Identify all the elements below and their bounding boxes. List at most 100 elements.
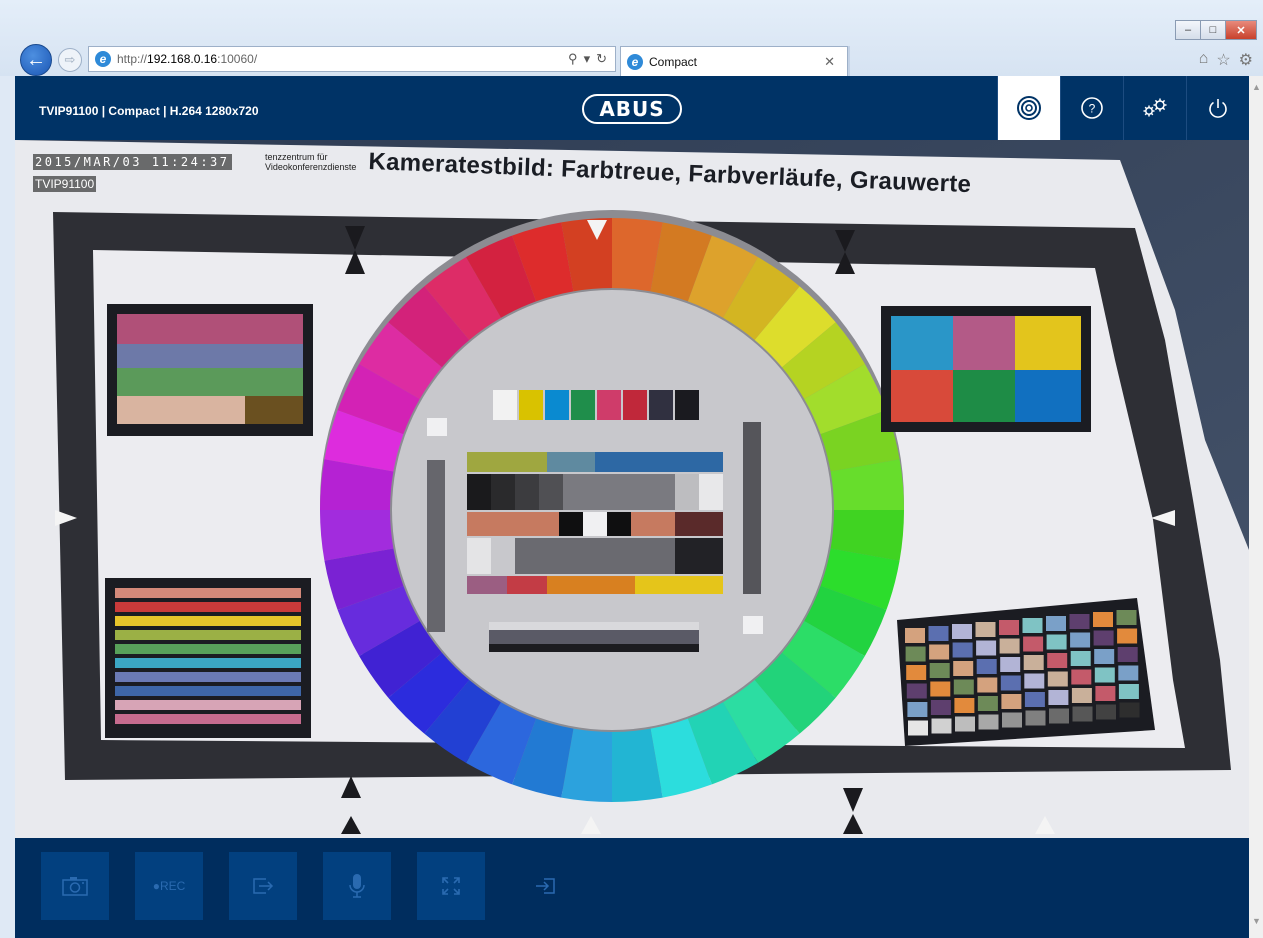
grid-patch	[1094, 667, 1115, 683]
grid-patch	[906, 683, 927, 699]
grid-patch	[1025, 710, 1046, 726]
tools-gear-icon[interactable]: ⚙	[1239, 50, 1253, 70]
microphone-button[interactable]	[323, 852, 391, 920]
grid-patch	[953, 661, 974, 676]
grid-patch	[1001, 694, 1022, 709]
grid-patch	[1023, 655, 1044, 670]
grid-patch	[908, 720, 928, 736]
grid-patch	[1000, 657, 1021, 672]
abus-logo: ABUS	[582, 94, 682, 124]
grid-patch	[1022, 618, 1043, 633]
window-controls: – □ ✕	[1175, 20, 1257, 40]
grid-patch	[1070, 632, 1091, 648]
url-host: 192.168.0.16	[147, 52, 218, 66]
top-right-patch-block	[881, 306, 1091, 432]
forward-arrow-icon: ⇨	[64, 52, 76, 67]
grid-patch	[977, 696, 998, 711]
grid-patch	[1072, 706, 1093, 722]
record-button[interactable]: ●REC	[135, 852, 203, 920]
grid-patch	[1002, 712, 1022, 728]
osd-camera-name: TVIP91100	[33, 176, 97, 192]
login-button[interactable]	[511, 852, 579, 920]
grid-patch	[1094, 649, 1115, 664]
scroll-down-icon[interactable]: ▼	[1252, 916, 1261, 926]
grid-patch	[978, 714, 999, 730]
url-suffix: :10060/	[217, 52, 258, 66]
osd-timestamp: 2015/MAR/03 11:24:37	[33, 154, 232, 170]
browser-tools: ⌂ ☆ ⚙	[1199, 50, 1253, 70]
minimize-button[interactable]: –	[1175, 20, 1201, 40]
grid-patch	[907, 702, 928, 717]
browser-chrome: – □ ✕ ← ⇨ e http://192.168.0.16:10060/ ⚲…	[0, 0, 1263, 76]
tab-label: Compact	[649, 54, 698, 69]
ie-page-icon: e	[95, 51, 111, 67]
grid-patch	[1069, 614, 1090, 629]
snapshot-button[interactable]	[41, 852, 109, 920]
favorites-icon[interactable]: ☆	[1216, 50, 1230, 70]
grid-patch	[1046, 634, 1067, 650]
grid-patch	[1049, 708, 1069, 724]
scroll-up-icon[interactable]: ▲	[1252, 82, 1261, 92]
help-button[interactable]: ?	[1060, 76, 1123, 140]
export-button[interactable]	[229, 852, 297, 920]
bottom-left-stripe-block	[105, 578, 311, 738]
home-icon[interactable]: ⌂	[1199, 50, 1209, 70]
grid-patch	[1071, 669, 1092, 685]
grid-patch	[930, 700, 951, 715]
export-icon	[253, 878, 274, 894]
grid-patch	[1071, 688, 1092, 703]
grid-patch	[1000, 675, 1021, 691]
chart-subtitle-line-2: Videokonferenzdienste	[265, 162, 357, 172]
close-window-button[interactable]: ✕	[1225, 20, 1257, 40]
grid-patch	[976, 659, 997, 674]
live-view-button[interactable]	[997, 76, 1060, 140]
grid-patch	[1118, 665, 1139, 681]
grid-patch	[1070, 651, 1091, 666]
test-chart-image	[15, 140, 1249, 838]
grid-patch	[1118, 684, 1139, 699]
search-icon[interactable]: ⚲	[568, 51, 578, 67]
grid-patch	[955, 716, 975, 732]
top-left-patch-block	[107, 304, 313, 436]
tab-ie-icon: e	[627, 53, 643, 70]
app-header: TVIP91100 | Compact | H.264 1280x720 ABU…	[15, 76, 1249, 140]
grid-patch	[905, 646, 926, 662]
tab-compact[interactable]: e Compact ✕	[620, 46, 848, 76]
grid-patch	[976, 640, 997, 656]
refresh-icon[interactable]: ↻	[596, 51, 607, 67]
maximize-button[interactable]: □	[1200, 20, 1226, 40]
control-bar: ●REC	[15, 838, 1249, 938]
url-text[interactable]: http://192.168.0.16:10060/	[117, 52, 568, 66]
address-bar[interactable]: e http://192.168.0.16:10060/ ⚲ ▾ ↻	[88, 46, 616, 72]
page-scrollbar[interactable]: ▲ ▼	[1249, 76, 1263, 938]
login-icon	[536, 878, 555, 894]
search-dropdown-icon[interactable]: ▾	[584, 51, 591, 67]
live-video-feed[interactable]: tenzzentrum für Videokonferenzdienste Ka…	[15, 140, 1249, 838]
grid-patch	[954, 698, 975, 713]
url-prefix: http://	[117, 52, 148, 66]
grid-patch	[905, 628, 925, 643]
settings-button[interactable]	[1123, 76, 1186, 140]
fullscreen-button[interactable]	[417, 852, 485, 920]
fullscreen-icon	[442, 877, 460, 895]
new-tab-button[interactable]	[848, 46, 850, 76]
tab-close-icon[interactable]: ✕	[824, 54, 847, 70]
forward-button[interactable]: ⇨	[58, 48, 82, 72]
grid-patch	[1024, 673, 1045, 689]
grid-patch	[928, 626, 949, 641]
grid-patch	[931, 718, 952, 734]
back-button[interactable]: ←	[20, 44, 52, 76]
grid-patch	[1046, 616, 1066, 631]
grid-patch	[952, 624, 972, 639]
power-button[interactable]	[1186, 76, 1249, 140]
page-title: TVIP91100 | Compact | H.264 1280x720	[39, 104, 259, 118]
grid-patch	[1116, 610, 1137, 625]
camera-web-app: TVIP91100 | Compact | H.264 1280x720 ABU…	[15, 76, 1249, 938]
grid-patch	[1095, 686, 1116, 701]
grid-patch	[953, 679, 974, 695]
grid-patch	[1047, 653, 1068, 668]
bottom-right-grid-block	[897, 598, 1155, 746]
grid-patch	[1117, 647, 1138, 662]
grid-patch	[1117, 628, 1138, 644]
grid-patch	[1093, 630, 1114, 646]
